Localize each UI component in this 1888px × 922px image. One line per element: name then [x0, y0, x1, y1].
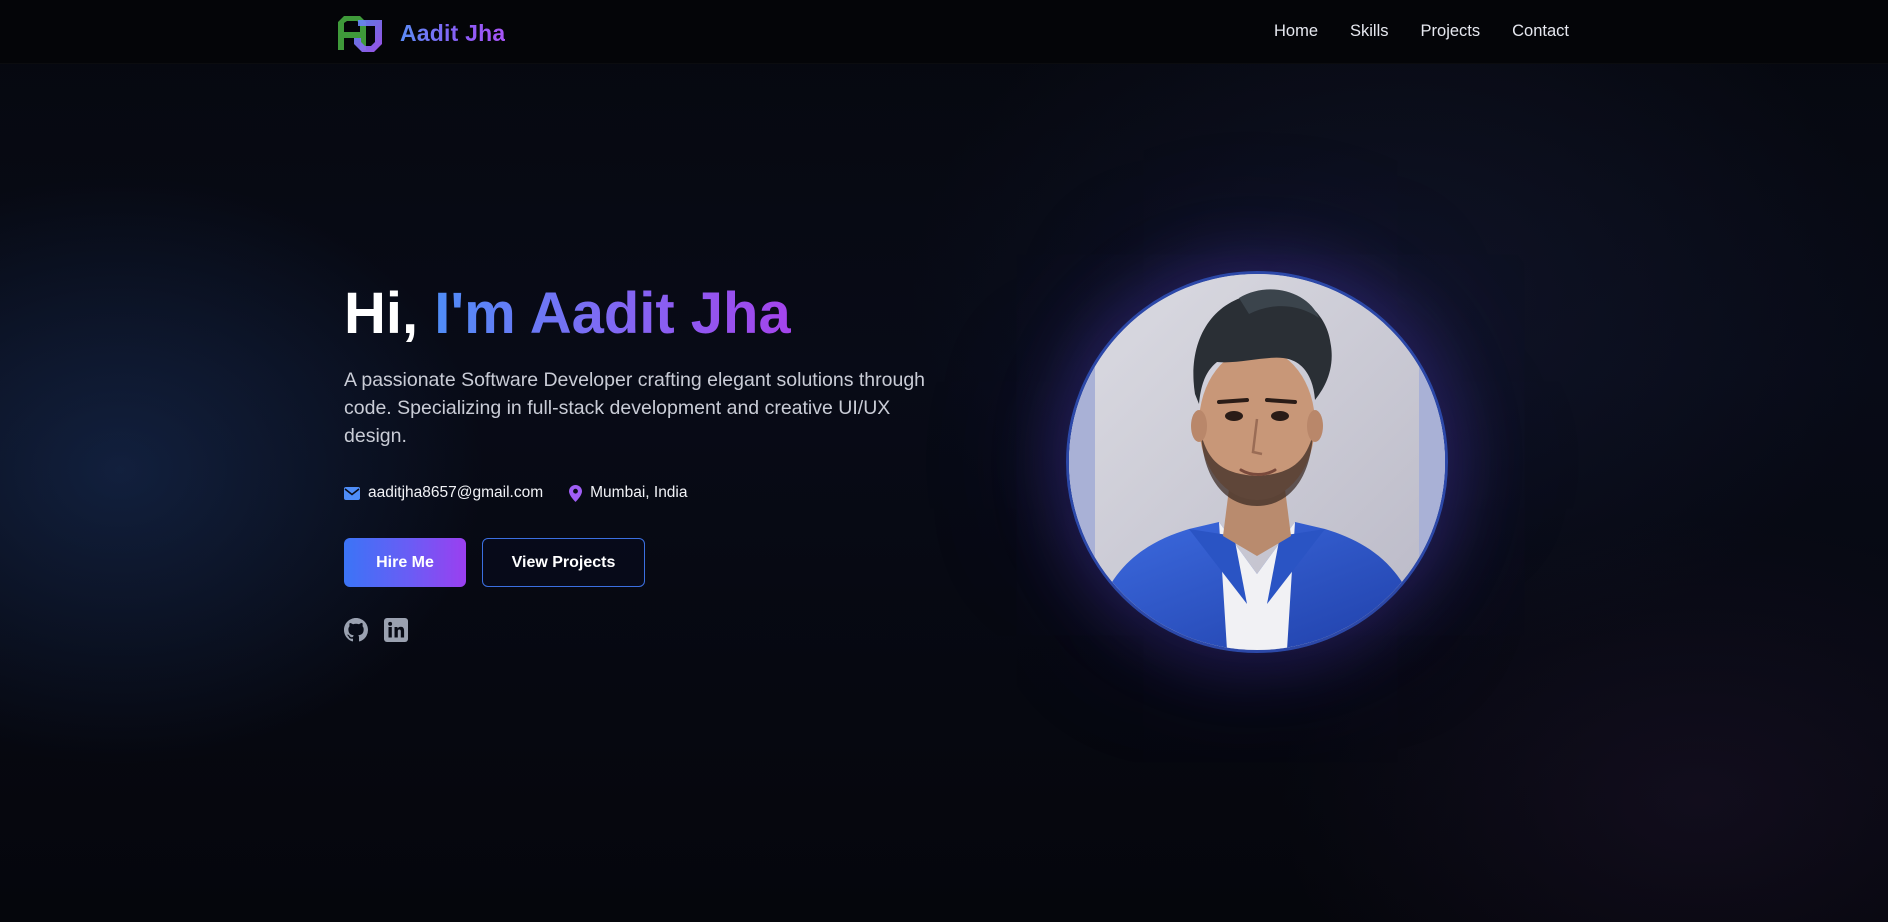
github-icon[interactable] [344, 618, 368, 642]
nav-skills[interactable]: Skills [1350, 22, 1389, 41]
nav-contact[interactable]: Contact [1512, 22, 1569, 41]
contact-info: aaditjha8657@gmail.com Mumbai, India [344, 484, 688, 502]
email-contact[interactable]: aaditjha8657@gmail.com [344, 484, 543, 502]
cta-buttons: Hire Me View Projects [344, 538, 645, 587]
location-contact: Mumbai, India [569, 484, 688, 502]
top-navbar: Aadit Jha Home Skills Projects Contact [0, 0, 1888, 64]
envelope-icon [344, 486, 360, 500]
page: Aadit Jha Home Skills Projects Contact H… [0, 0, 1888, 922]
nav-home[interactable]: Home [1274, 22, 1318, 41]
logo-icon[interactable] [336, 14, 384, 54]
hero-greeting: Hi, [344, 281, 419, 346]
hire-me-button[interactable]: Hire Me [344, 538, 466, 587]
view-projects-button[interactable]: View Projects [482, 538, 645, 587]
hero-title: Hi, I'm Aadit Jha [344, 280, 791, 348]
hero-tagline: A passionate Software Developer crafting… [344, 369, 926, 447]
nav-links: Home Skills Projects Contact [1274, 22, 1569, 41]
map-pin-icon [569, 484, 583, 502]
brand-name[interactable]: Aadit Jha [400, 20, 505, 47]
linkedin-icon[interactable] [384, 618, 408, 642]
hero-name: I'm Aadit Jha [434, 281, 791, 346]
nav-projects[interactable]: Projects [1421, 22, 1481, 41]
location-text: Mumbai, India [590, 484, 688, 501]
portrait-illustration [1069, 274, 1445, 650]
email-text: aaditjha8657@gmail.com [368, 484, 544, 501]
social-links [344, 618, 408, 642]
profile-photo [1066, 271, 1448, 653]
